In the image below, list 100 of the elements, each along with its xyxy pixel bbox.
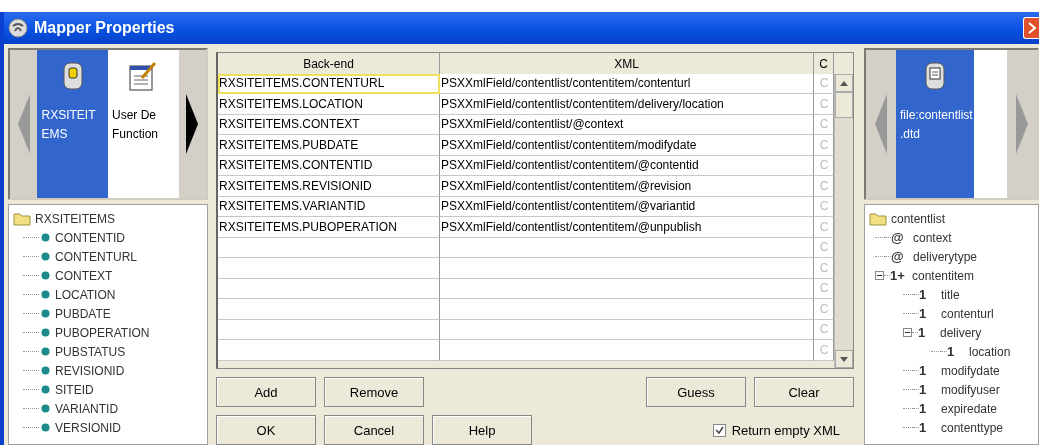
carousel-item[interactable]: file:contentlist .dtd bbox=[896, 50, 974, 198]
field-dot-icon bbox=[41, 233, 50, 242]
occurrence-marker: 1 bbox=[947, 344, 956, 359]
minus-icon bbox=[876, 272, 883, 279]
table-cell[interactable]: RXSITEITEMS.CONTENTURL bbox=[218, 73, 440, 94]
form-pencil-icon bbox=[128, 60, 159, 92]
scroll-down-button[interactable] bbox=[835, 350, 853, 368]
tree-item[interactable]: CONTENTURL bbox=[55, 249, 137, 264]
tree-item[interactable]: delivery bbox=[940, 325, 982, 340]
tree-item[interactable]: LOCATION bbox=[55, 287, 116, 302]
table-cell[interactable] bbox=[218, 278, 440, 299]
vertical-scrollbar[interactable] bbox=[834, 74, 853, 368]
table-cell[interactable] bbox=[440, 319, 814, 340]
table-cell[interactable]: PSXXmlField/contentlist/contentitem/contenturl bbox=[440, 73, 814, 94]
table-cell[interactable] bbox=[218, 258, 440, 279]
tree-item[interactable]: contenttype bbox=[941, 420, 1004, 435]
tree-item[interactable]: CONTENTID bbox=[55, 230, 125, 245]
field-dot-icon bbox=[41, 423, 50, 432]
table-cell[interactable]: RXSITEITEMS.LOCATION bbox=[218, 94, 440, 115]
table-cell[interactable]: PSXXmlField/contentlist/@context bbox=[440, 114, 814, 135]
table-cell[interactable]: PSXXmlField/contentlist/contentitem/delivery/location bbox=[440, 94, 814, 115]
scroll-right-button[interactable] bbox=[178, 50, 206, 198]
tree-item[interactable]: CONTEXT bbox=[55, 268, 113, 283]
collapse-toggle[interactable] bbox=[903, 328, 912, 337]
field-dot-icon bbox=[41, 252, 50, 261]
scroll-thumb[interactable] bbox=[835, 92, 853, 118]
carousel-item[interactable]: RXSITEIT EMS bbox=[37, 50, 108, 198]
triangle-right-icon bbox=[1016, 94, 1028, 154]
table-cell[interactable] bbox=[440, 340, 814, 361]
table-cell[interactable]: RXSITEITEMS.PUBDATE bbox=[218, 135, 440, 156]
tree-item[interactable]: title bbox=[941, 287, 960, 302]
tree-item[interactable]: modifydate bbox=[941, 363, 1000, 378]
dialog-button[interactable]: OK bbox=[216, 415, 316, 445]
action-button[interactable]: Clear bbox=[754, 377, 854, 407]
tree-item[interactable]: VARIANTID bbox=[55, 401, 119, 416]
tree-item[interactable]: RXSITEITEMS bbox=[35, 211, 115, 226]
table-cell[interactable]: RXSITEITEMS.PUBOPERATION bbox=[218, 217, 440, 238]
folder-icon bbox=[869, 211, 887, 226]
scroll-up-button[interactable] bbox=[835, 74, 853, 92]
occurrence-marker: 1 bbox=[919, 401, 928, 416]
table-cell[interactable] bbox=[218, 319, 440, 340]
table-cell[interactable]: RXSITEITEMS.CONTEXT bbox=[218, 114, 440, 135]
triangle-right-icon bbox=[186, 94, 199, 154]
close-button[interactable] bbox=[1023, 17, 1039, 39]
scroll-left-button[interactable] bbox=[866, 50, 896, 198]
field-dot-icon bbox=[41, 328, 50, 337]
tree-item[interactable]: location bbox=[969, 344, 1011, 359]
table-cell[interactable] bbox=[440, 258, 814, 279]
tree-item[interactable]: contentlist bbox=[891, 211, 946, 226]
table-cell[interactable]: RXSITEITEMS.REVISIONID bbox=[218, 176, 440, 197]
tree-item[interactable]: context bbox=[913, 230, 952, 245]
tree-item[interactable]: contentitem bbox=[912, 268, 975, 283]
field-dot-icon bbox=[41, 309, 50, 318]
tree-item[interactable]: PUBDATE bbox=[55, 306, 111, 321]
chevron-right-icon bbox=[1026, 22, 1037, 34]
app-logo-icon bbox=[8, 18, 28, 38]
occurrence-marker: 1 bbox=[919, 287, 928, 302]
table-cell[interactable] bbox=[218, 237, 440, 258]
scroll-left-button[interactable] bbox=[10, 50, 38, 198]
field-dot-icon bbox=[41, 290, 50, 299]
tree-item[interactable]: modifyuser bbox=[941, 382, 1000, 397]
action-button[interactable]: Remove bbox=[324, 377, 424, 407]
tree-item[interactable]: PUBSTATUS bbox=[55, 344, 126, 359]
triangle-left-icon bbox=[17, 94, 30, 154]
tree-item[interactable]: deliverytype bbox=[913, 249, 978, 264]
action-button[interactable]: Guess bbox=[646, 377, 746, 407]
table-cell[interactable]: PSXXmlField/contentlist/contentitem/@revision bbox=[440, 176, 814, 197]
table-cell[interactable]: RXSITEITEMS.VARIANTID bbox=[218, 196, 440, 217]
collapse-toggle[interactable] bbox=[875, 271, 884, 280]
database-icon bbox=[62, 60, 83, 92]
occurrence-marker: 1 bbox=[919, 382, 928, 397]
table-cell[interactable] bbox=[440, 278, 814, 299]
folder-icon bbox=[13, 211, 31, 226]
field-dot-icon bbox=[41, 385, 50, 394]
dialog-button[interactable]: Cancel bbox=[324, 415, 424, 445]
tree-item[interactable]: expiredate bbox=[941, 401, 998, 416]
action-button[interactable]: Add bbox=[216, 377, 316, 407]
occurrence-marker: 1 bbox=[918, 325, 927, 340]
tree-item[interactable]: PUBOPERATION bbox=[55, 325, 150, 340]
table-cell[interactable]: RXSITEITEMS.CONTENTID bbox=[218, 155, 440, 176]
table-cell[interactable] bbox=[218, 340, 440, 361]
tree-item[interactable]: contenturl bbox=[941, 306, 994, 321]
document-store-icon bbox=[925, 60, 945, 92]
return-empty-xml-checkbox[interactable]: Return empty XML bbox=[712, 422, 840, 438]
field-dot-icon bbox=[41, 347, 50, 356]
occurrence-marker: 1 bbox=[919, 306, 928, 321]
tree-item[interactable]: SITEID bbox=[55, 382, 94, 397]
tree-item[interactable]: VERSIONID bbox=[55, 420, 121, 435]
table-cell[interactable] bbox=[218, 299, 440, 320]
table-cell[interactable]: PSXXmlField/contentlist/contentitem/@variantid bbox=[440, 196, 814, 217]
occurrence-marker: @ bbox=[891, 230, 905, 245]
table-cell[interactable]: PSXXmlField/contentlist/contentitem/@contentid bbox=[440, 155, 814, 176]
table-cell[interactable]: PSXXmlField/contentlist/contentitem/@unpublish bbox=[440, 217, 814, 238]
table-cell[interactable]: PSXXmlField/contentlist/contentitem/modifydate bbox=[440, 135, 814, 156]
table-cell[interactable] bbox=[440, 299, 814, 320]
table-cell[interactable] bbox=[440, 237, 814, 258]
tree-item[interactable]: REVISIONID bbox=[55, 363, 125, 378]
occurrence-marker: 1+ bbox=[890, 268, 906, 283]
dialog-button[interactable]: Help bbox=[432, 415, 532, 445]
triangle-left-icon bbox=[875, 94, 887, 154]
